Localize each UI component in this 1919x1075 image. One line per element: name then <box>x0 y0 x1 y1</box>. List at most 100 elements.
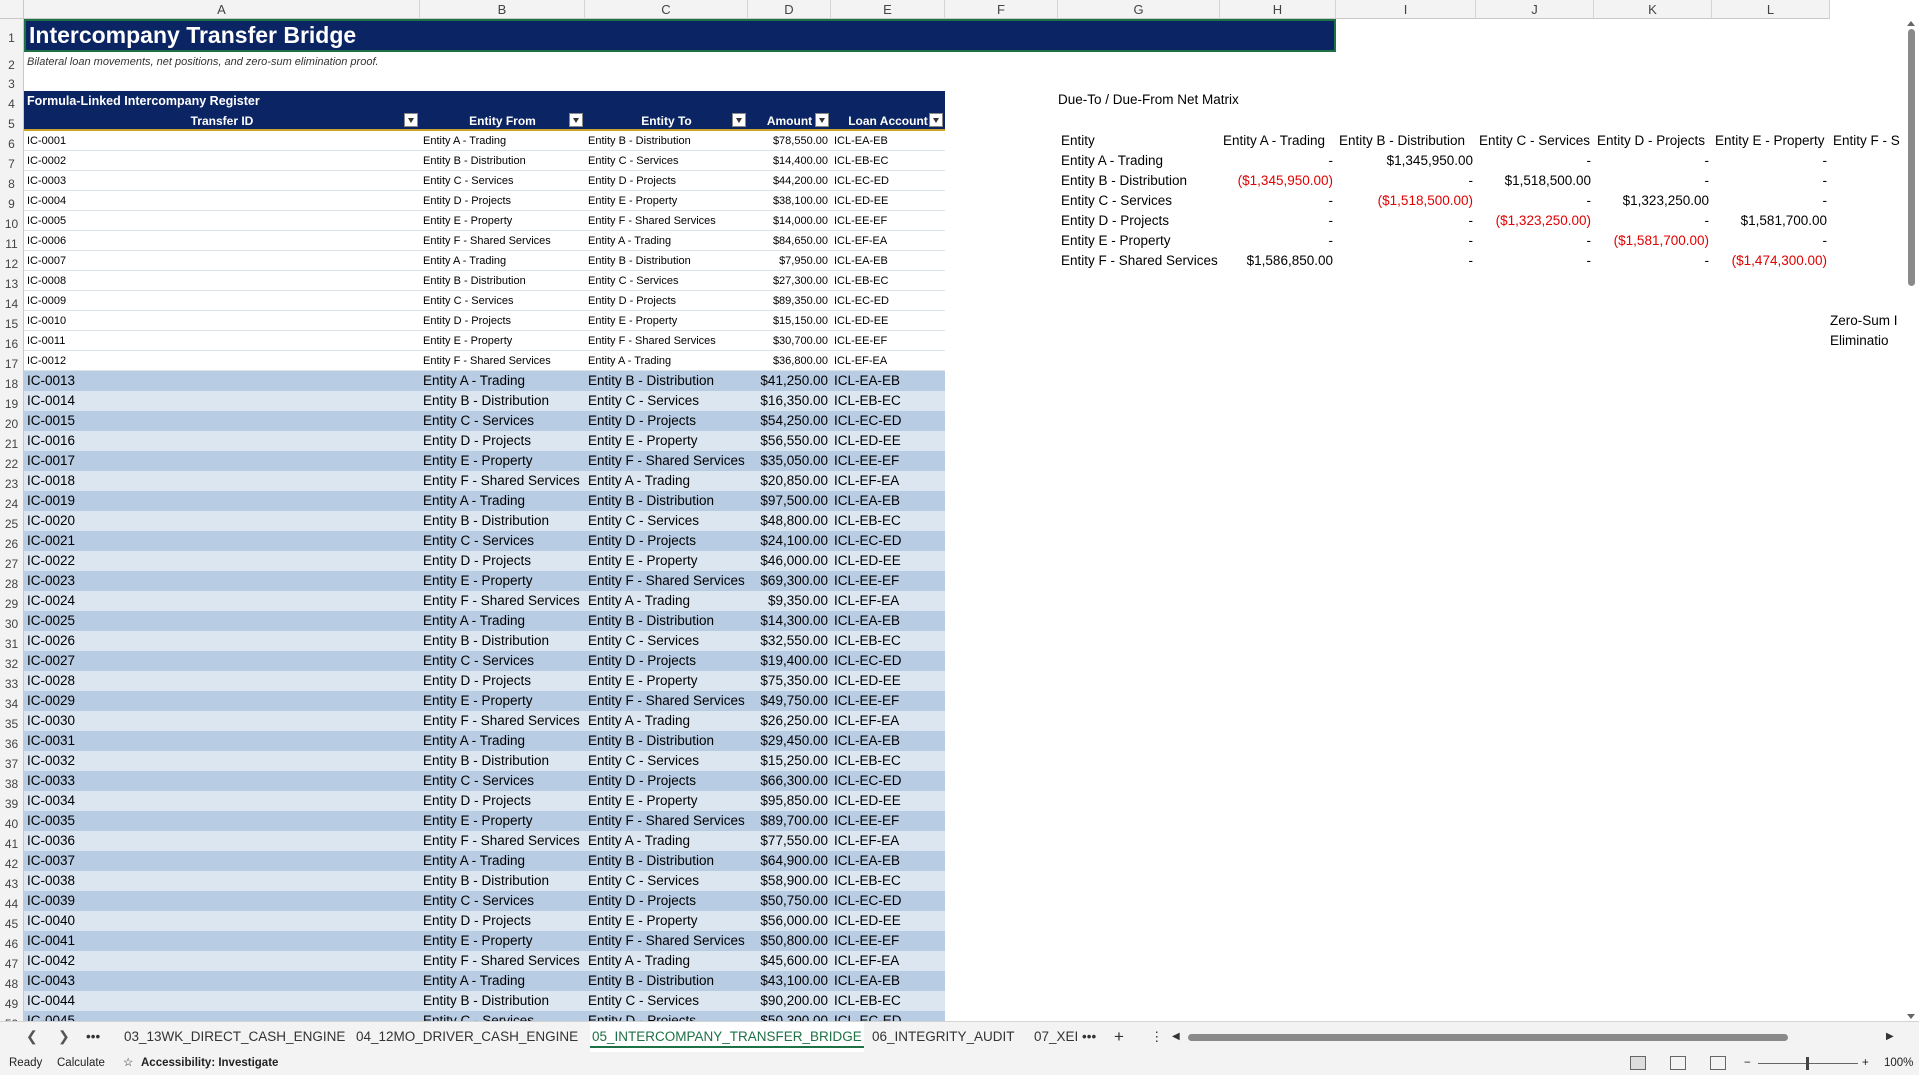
register-cell[interactable]: $20,850.00 <box>748 471 831 491</box>
row-header-41[interactable]: 41 <box>0 831 24 851</box>
register-cell[interactable]: Entity A - Trading <box>585 831 748 851</box>
register-cell[interactable]: $43,100.00 <box>748 971 831 991</box>
register-cell[interactable]: $90,200.00 <box>748 991 831 1011</box>
row-header-6[interactable]: 6 <box>0 131 24 151</box>
register-cell[interactable]: Entity A - Trading <box>420 491 585 511</box>
register-cell[interactable]: Entity A - Trading <box>420 131 585 150</box>
register-cell[interactable]: Entity F - Shared Services <box>420 471 585 491</box>
row-header-12[interactable]: 12 <box>0 251 24 271</box>
row-header-33[interactable]: 33 <box>0 671 24 691</box>
page-layout-icon[interactable] <box>1670 1056 1686 1070</box>
column-header-c[interactable]: C <box>585 0 748 19</box>
register-cell[interactable]: Entity C - Services <box>585 991 748 1011</box>
row-header-32[interactable]: 32 <box>0 651 24 671</box>
register-cell[interactable]: Entity D - Projects <box>420 311 585 330</box>
register-cell[interactable]: IC-0011 <box>24 331 420 350</box>
row-header-44[interactable]: 44 <box>0 891 24 911</box>
row-header-36[interactable]: 36 <box>0 731 24 751</box>
register-cell[interactable]: ICL-EB-EC <box>831 271 945 290</box>
register-cell[interactable]: Entity D - Projects <box>420 671 585 691</box>
register-cell[interactable]: ICL-EB-EC <box>831 511 945 531</box>
register-cell[interactable]: $95,850.00 <box>748 791 831 811</box>
register-cell[interactable]: IC-0019 <box>24 491 420 511</box>
register-cell[interactable]: Entity C - Services <box>420 771 585 791</box>
matrix-value[interactable]: $1,518,500.00 <box>1476 171 1594 191</box>
register-cell[interactable]: Entity E - Property <box>585 311 748 330</box>
register-cell[interactable]: Entity B - Distribution <box>420 751 585 771</box>
matrix-value[interactable]: - <box>1594 151 1712 171</box>
matrix-value[interactable]: - <box>1476 251 1594 271</box>
filter-dropdown-icon[interactable] <box>929 113 943 127</box>
page-break-icon[interactable] <box>1710 1056 1726 1070</box>
register-cell[interactable]: IC-0028 <box>24 671 420 691</box>
register-cell[interactable]: $14,300.00 <box>748 611 831 631</box>
register-cell[interactable]: IC-0030 <box>24 711 420 731</box>
register-cell[interactable]: Entity B - Distribution <box>420 511 585 531</box>
register-cell[interactable]: ICL-EB-EC <box>831 151 945 170</box>
register-cell[interactable]: $38,100.00 <box>748 191 831 210</box>
register-cell[interactable]: Entity F - Shared Services <box>585 571 748 591</box>
matrix-value[interactable]: - <box>1476 191 1594 211</box>
register-cell[interactable]: IC-0015 <box>24 411 420 431</box>
register-cell[interactable]: Entity B - Distribution <box>585 851 748 871</box>
register-cell[interactable]: Entity D - Projects <box>585 411 748 431</box>
register-cell[interactable]: IC-0033 <box>24 771 420 791</box>
register-cell[interactable]: Entity C - Services <box>420 171 585 190</box>
register-cell[interactable]: IC-0009 <box>24 291 420 310</box>
register-cell[interactable]: ICL-ED-EE <box>831 551 945 571</box>
register-cell[interactable]: $97,500.00 <box>748 491 831 511</box>
column-header-k[interactable]: K <box>1594 0 1712 19</box>
sheet-tab-06_integrity_audit[interactable]: 06_INTEGRITY_AUDIT <box>872 1022 1015 1052</box>
register-cell[interactable]: $50,300.00 <box>748 1011 831 1021</box>
register-cell[interactable]: ICL-EC-ED <box>831 411 945 431</box>
register-cell[interactable]: IC-0025 <box>24 611 420 631</box>
register-cell[interactable]: Entity E - Property <box>585 671 748 691</box>
row-header-22[interactable]: 22 <box>0 451 24 471</box>
matrix-row-label[interactable]: Entity A - Trading <box>1058 151 1220 171</box>
register-cell[interactable]: ICL-EC-ED <box>831 1011 945 1021</box>
register-cell[interactable]: Entity A - Trading <box>585 471 748 491</box>
row-header-16[interactable]: 16 <box>0 331 24 351</box>
register-cell[interactable]: Entity C - Services <box>420 291 585 310</box>
register-cell[interactable]: ICL-EC-ED <box>831 771 945 791</box>
register-cell[interactable]: Entity E - Property <box>420 211 585 230</box>
zoom-slider-knob[interactable] <box>1806 1057 1809 1070</box>
row-header-10[interactable]: 10 <box>0 211 24 231</box>
register-cell[interactable]: IC-0006 <box>24 231 420 250</box>
register-cell[interactable]: Entity A - Trading <box>420 971 585 991</box>
row-header-26[interactable]: 26 <box>0 531 24 551</box>
register-cell[interactable]: ICL-EE-EF <box>831 571 945 591</box>
row-header-27[interactable]: 27 <box>0 551 24 571</box>
register-cell[interactable]: Entity F - Shared Services <box>420 231 585 250</box>
register-cell[interactable]: IC-0020 <box>24 511 420 531</box>
column-header-h[interactable]: H <box>1220 0 1336 19</box>
register-cell[interactable]: $19,400.00 <box>748 651 831 671</box>
zoom-in-button[interactable]: + <box>1862 1052 1869 1075</box>
next-sheet-icon[interactable]: ❯ <box>58 1028 70 1045</box>
matrix-value[interactable]: $1,586,850.00 <box>1220 251 1336 271</box>
register-cell[interactable]: Entity C - Services <box>420 411 585 431</box>
register-cell[interactable]: IC-0021 <box>24 531 420 551</box>
register-cell[interactable]: IC-0039 <box>24 891 420 911</box>
register-cell[interactable]: Entity F - Shared Services <box>585 931 748 951</box>
row-header-35[interactable]: 35 <box>0 711 24 731</box>
spreadsheet-grid[interactable]: ABCDEFGHIJKL 1 2 3 4 5 6 7 8 9 10 11 12 13 14 15 16 17 18… <box>0 0 1919 1021</box>
register-cell[interactable]: $50,800.00 <box>748 931 831 951</box>
matrix-value[interactable]: $1,345,950.00 <box>1336 151 1476 171</box>
register-cell[interactable]: $56,550.00 <box>748 431 831 451</box>
register-cell[interactable]: Entity A - Trading <box>420 731 585 751</box>
vertical-scroll-thumb[interactable] <box>1908 29 1915 286</box>
register-cell[interactable]: IC-0040 <box>24 911 420 931</box>
register-cell[interactable]: Entity D - Projects <box>585 531 748 551</box>
register-cell[interactable]: ICL-EC-ED <box>831 891 945 911</box>
row-header-18[interactable]: 18 <box>0 371 24 391</box>
register-cell[interactable]: Entity D - Projects <box>585 1011 748 1021</box>
register-cell[interactable]: $56,000.00 <box>748 911 831 931</box>
register-cell[interactable]: ICL-EA-EB <box>831 851 945 871</box>
row-header-46[interactable]: 46 <box>0 931 24 951</box>
register-cell[interactable]: Entity B - Distribution <box>420 151 585 170</box>
row-header-50[interactable]: 50 <box>0 1011 24 1021</box>
calculate-button[interactable]: Calculate <box>57 1052 105 1075</box>
row-header-11[interactable]: 11 <box>0 231 24 251</box>
matrix-value[interactable]: - <box>1220 191 1336 211</box>
